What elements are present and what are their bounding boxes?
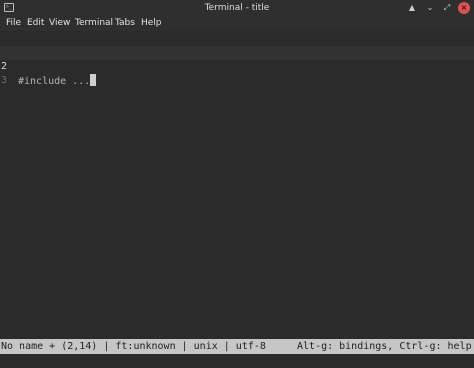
keep-above-button-icon[interactable]: ▲ xyxy=(406,2,418,14)
title-bar[interactable]: >_ Terminal - title ▲ ⌄ ⤢ × xyxy=(0,0,474,17)
line-number: 3 xyxy=(1,75,8,86)
editor-line[interactable]: 1 xyxy=(0,33,474,59)
menu-edit[interactable]: Edit xyxy=(25,16,46,31)
editor-area[interactable]: 1 2 #include ... 3 xyxy=(0,31,474,338)
text-cursor xyxy=(90,74,97,86)
status-bar: No name + (2,14) | ft:unknown | unix | u… xyxy=(0,339,474,354)
menu-terminal[interactable]: Terminal xyxy=(73,16,115,31)
editor-line-current[interactable]: 2 #include ... xyxy=(0,46,474,87)
editor-line[interactable]: 3 xyxy=(0,60,474,86)
status-file-info: No name + (2,14) | ft:unknown | unix | u… xyxy=(1,341,266,352)
close-button-icon[interactable]: × xyxy=(458,2,470,14)
window-bottom-edge xyxy=(0,354,474,368)
menu-bar: File Edit View Terminal Tabs Help xyxy=(0,16,474,31)
terminal-window: >_ Terminal - title ▲ ⌄ ⤢ × File Edit Vi… xyxy=(0,0,474,368)
menu-tabs[interactable]: Tabs xyxy=(113,16,137,31)
window-title: Terminal - title xyxy=(204,3,270,13)
menu-view[interactable]: View xyxy=(47,16,72,31)
status-key-hints: Alt-g: bindings, Ctrl-g: help xyxy=(297,341,472,352)
menu-help[interactable]: Help xyxy=(139,16,164,31)
menu-file[interactable]: File xyxy=(4,16,23,31)
minimize-button-icon[interactable]: ⌄ xyxy=(424,2,436,14)
maximize-button-icon[interactable]: ⤢ xyxy=(441,2,453,14)
